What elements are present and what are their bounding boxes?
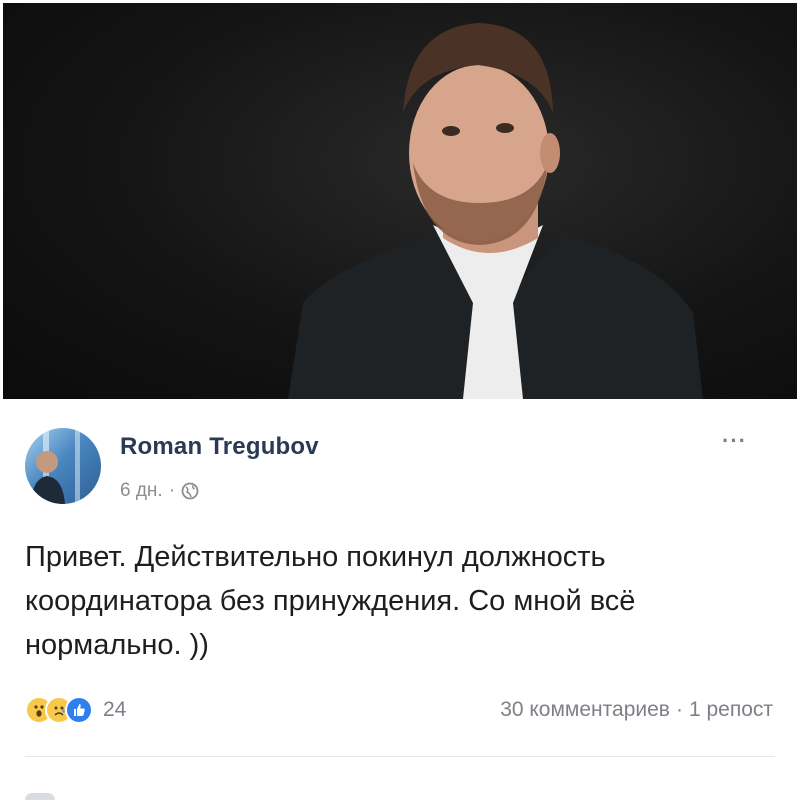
reactions-summary[interactable]: 24 xyxy=(25,696,126,724)
author-avatar[interactable] xyxy=(25,428,101,504)
facebook-post: Roman Tregubov 6 дн. · ··· Привет. Дейст… xyxy=(0,400,800,800)
post-text: Привет. Действительно покинул должность … xyxy=(25,541,636,661)
comments-count[interactable]: 30 комментариев xyxy=(500,698,670,722)
reaction-count: 24 xyxy=(103,698,127,721)
next-avatar-edge xyxy=(25,793,55,800)
post-meta: 6 дн. · xyxy=(120,480,199,502)
shares-count[interactable]: 1 репост xyxy=(689,698,773,722)
divider xyxy=(25,756,775,757)
post-stats: 30 комментариев · 1 репост xyxy=(500,698,773,722)
post-time[interactable]: 6 дн. xyxy=(120,480,163,502)
stats-separator: · xyxy=(675,698,683,721)
profile-photo xyxy=(3,3,797,399)
like-reaction-icon xyxy=(65,696,93,724)
globe-icon xyxy=(181,482,199,500)
more-options-icon[interactable]: ··· xyxy=(722,428,747,454)
meta-separator: · xyxy=(168,480,176,501)
author-name[interactable]: Roman Tregubov xyxy=(120,433,319,461)
